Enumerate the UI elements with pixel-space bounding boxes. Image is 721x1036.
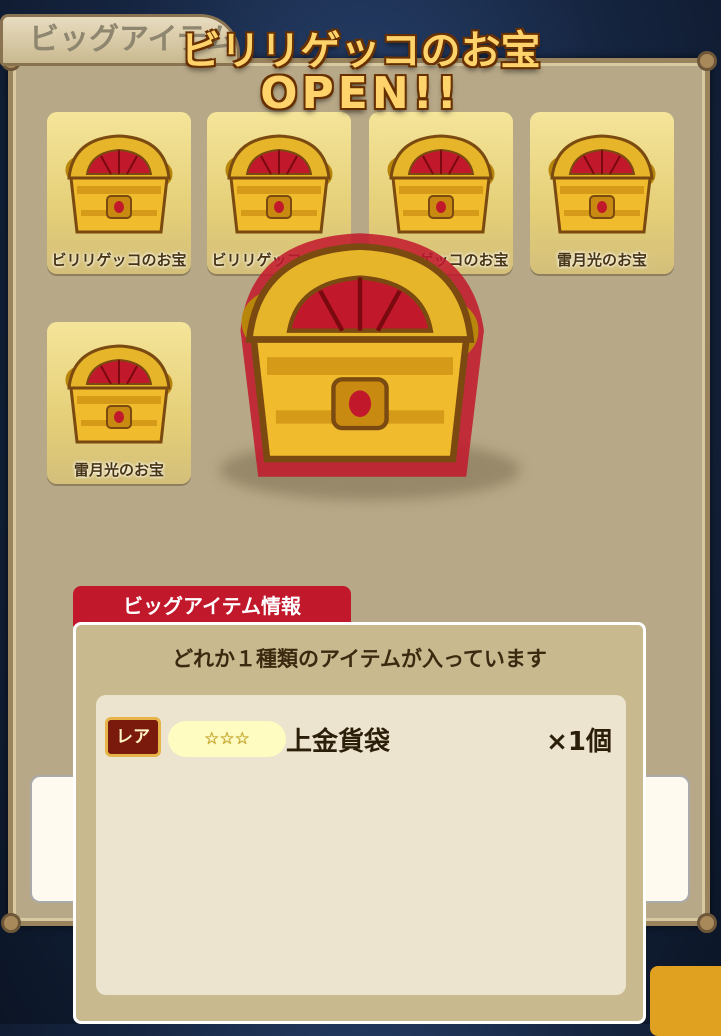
corner-rivet bbox=[697, 913, 717, 933]
info-message: どれか１種類のアイテムが入っています bbox=[172, 647, 547, 671]
treasure-card-4[interactable]: 雷月光のお宝 bbox=[530, 112, 674, 274]
treasure-card-5[interactable]: 雷月光のお宝 bbox=[47, 322, 191, 484]
open-banner: OPEN!! bbox=[260, 68, 461, 119]
card-label: 雷月光のお宝 bbox=[73, 461, 164, 479]
treasure-card-1[interactable]: ビリリゲッコのお宝 bbox=[47, 112, 191, 274]
treasure-chest-icon bbox=[540, 124, 664, 246]
item-info-tab: ビッグアイテム情報 bbox=[73, 586, 351, 626]
treasure-chest-icon bbox=[57, 334, 181, 456]
card-label: 雷月光のお宝 bbox=[556, 251, 647, 269]
corner-rivet bbox=[1, 913, 21, 933]
rarity-badge: レア bbox=[105, 717, 161, 757]
item-name: 上金貨袋 bbox=[286, 727, 391, 757]
big-treasure-chest-icon bbox=[240, 233, 484, 477]
item-quantity: ×1個 bbox=[546, 727, 612, 757]
treasure-chest-icon bbox=[57, 124, 181, 246]
item-info-box: どれか１種類のアイテムが入っています レア ☆☆☆ 上金貨袋 ×1個 bbox=[73, 622, 646, 1024]
card-label: ビリリゲッコのお宝 bbox=[51, 251, 187, 269]
action-button[interactable] bbox=[650, 966, 721, 1036]
star-rating: ☆☆☆ bbox=[168, 721, 286, 757]
item-list: レア ☆☆☆ 上金貨袋 ×1個 bbox=[96, 695, 626, 995]
